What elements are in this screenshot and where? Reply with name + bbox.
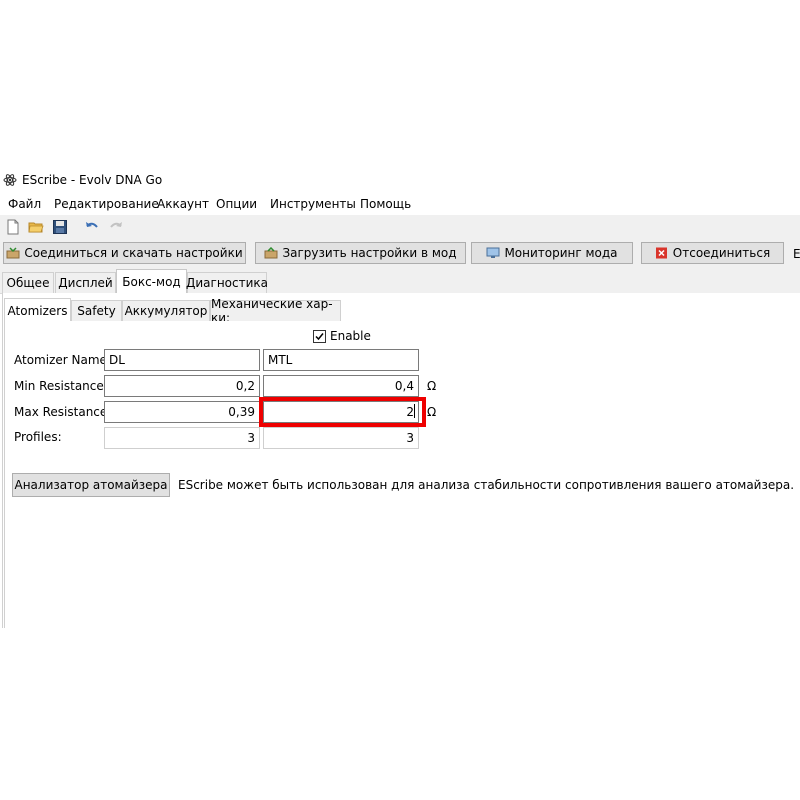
highlight-box <box>259 397 426 427</box>
monitor-icon <box>486 247 500 258</box>
connect-download-button[interactable]: Соединиться и скачать настройки <box>3 242 246 264</box>
tab-general[interactable]: Общее <box>2 272 54 293</box>
menu-help[interactable]: Помощь <box>360 197 411 211</box>
action-bar: Соединиться и скачать настройки Загрузит… <box>0 239 800 269</box>
open-folder-icon[interactable] <box>28 219 44 235</box>
toolbar <box>0 215 800 239</box>
tab-diagnostics[interactable]: Диагностика <box>186 272 268 293</box>
new-file-icon[interactable] <box>5 219 21 235</box>
tab-box-mod[interactable]: Бокс-мод <box>116 269 187 294</box>
menu-tools[interactable]: Инструменты <box>270 197 356 211</box>
atomizer-name-label: Atomizer Name: <box>14 353 111 367</box>
text-cursor <box>414 404 415 418</box>
upload-settings-button[interactable]: Загрузить настройки в мод <box>255 242 466 264</box>
enable-checkbox[interactable] <box>313 330 326 343</box>
menu-bar: Файл Редактирование Аккаунт Опции Инстру… <box>0 194 800 214</box>
tab-battery[interactable]: Аккумулятор <box>122 300 210 321</box>
redo-icon[interactable] <box>108 219 124 235</box>
tab-safety[interactable]: Safety <box>71 300 122 321</box>
mtl-name-field[interactable]: MTL <box>263 349 419 371</box>
disconnect-label: Отсоединиться <box>672 246 771 260</box>
upload-settings-label: Загрузить настройки в мод <box>282 246 457 260</box>
connect-download-label: Соединиться и скачать настройки <box>24 246 243 260</box>
tab-display[interactable]: Дисплей <box>55 272 116 293</box>
atom-icon <box>3 174 17 186</box>
atomizer-analyzer-button[interactable]: Анализатор атомайзера <box>12 473 170 497</box>
overflow-button-label[interactable]: Е <box>793 247 800 261</box>
main-tabs: Общее Дисплей Бокс-мод Диагностика <box>0 269 800 294</box>
max-resistance-label: Max Resistance: <box>14 405 112 419</box>
dl-min-resistance-field[interactable]: 0,2 <box>104 375 260 397</box>
close-icon <box>655 247 667 259</box>
analyzer-description: EScribe может быть использован для анали… <box>178 478 795 492</box>
undo-icon[interactable] <box>84 219 100 235</box>
tab-mechanical[interactable]: Механические хар-ки: <box>210 297 341 325</box>
box-upload-icon <box>264 247 278 259</box>
dl-max-resistance-field[interactable]: 0,39 <box>104 401 260 423</box>
menu-account[interactable]: Аккаунт <box>157 197 209 211</box>
tab-atomizers[interactable]: Atomizers <box>4 298 71 322</box>
title-bar: EScribe - Evolv DNA Go <box>0 168 800 194</box>
menu-edit[interactable]: Редактирование <box>54 197 159 211</box>
window-title: EScribe - Evolv DNA Go <box>22 173 163 187</box>
monitor-label: Мониторинг мода <box>504 246 618 260</box>
mtl-min-resistance-field[interactable]: 0,4 <box>263 375 419 397</box>
mtl-profiles-field[interactable]: 3 <box>263 427 419 449</box>
save-icon[interactable] <box>52 219 68 235</box>
box-download-icon <box>6 247 20 259</box>
sub-tabs: Atomizers Safety Аккумулятор Механически… <box>4 297 800 325</box>
checkmark-icon <box>315 333 324 341</box>
profiles-label: Profiles: <box>14 430 62 444</box>
disconnect-button[interactable]: Отсоединиться <box>641 242 784 264</box>
max-resistance-unit: Ω <box>427 405 437 419</box>
min-resistance-label: Min Resistance: <box>14 379 108 393</box>
dl-name-field[interactable]: DL <box>104 349 260 371</box>
enable-label: Enable <box>330 329 371 343</box>
menu-file[interactable]: Файл <box>8 197 41 211</box>
menu-options[interactable]: Опции <box>216 197 257 211</box>
monitor-button[interactable]: Мониторинг мода <box>471 242 633 264</box>
min-resistance-unit: Ω <box>427 379 437 393</box>
dl-profiles-field[interactable]: 3 <box>104 427 260 449</box>
